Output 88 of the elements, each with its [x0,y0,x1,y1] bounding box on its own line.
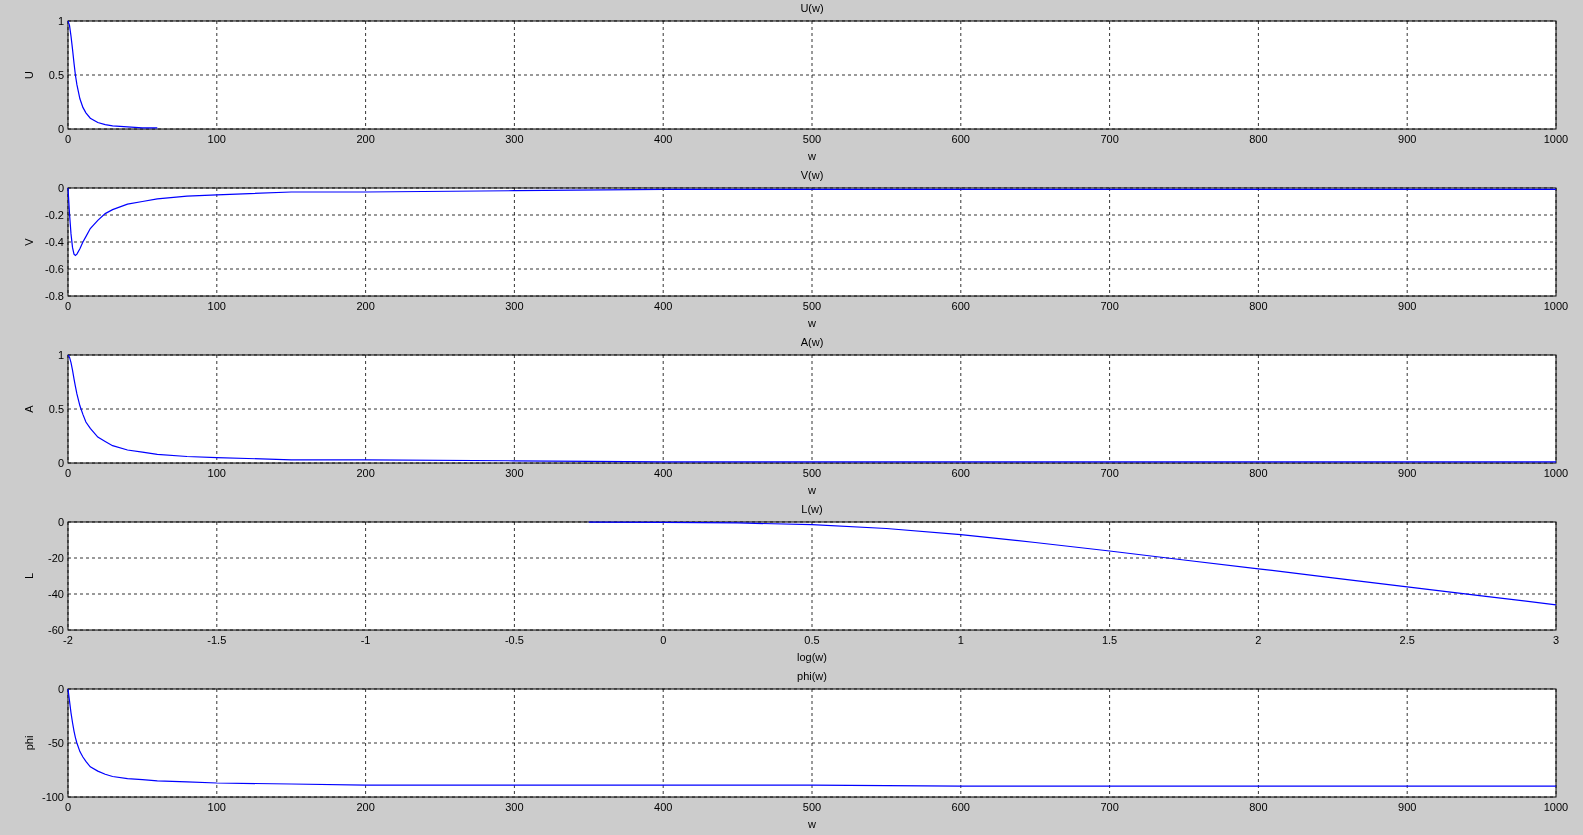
tick-label: 0 [64,133,72,145]
tick-label: 0 [64,801,72,813]
tick-label: 100 [207,133,226,145]
tick-label: 800 [1249,801,1268,813]
tick-label: 200 [356,133,375,145]
tick-label: 400 [654,801,673,813]
tick-label: 800 [1249,300,1268,312]
tick-label: 200 [356,467,375,479]
tick-label: 1 [57,349,64,361]
tick-label: 0 [57,683,64,695]
x-axis-label: log(w) [797,651,827,663]
y-axis-label: phi [23,735,35,751]
tick-label: 500 [802,133,822,145]
tick-label: -40 [48,588,64,600]
tick-label: 700 [1100,300,1119,312]
tick-label: -0.2 [45,209,64,221]
tick-label: -60 [48,624,64,636]
tick-label: 3 [1552,634,1560,646]
tick-label: 0 [64,300,72,312]
tick-label: 700 [1100,467,1119,479]
tick-label: 100 [207,467,226,479]
tick-label: 900 [1398,801,1417,813]
tick-label: -100 [41,791,64,803]
tick-label: 500 [802,801,822,813]
tick-label: 600 [951,300,970,312]
tick-label: 500 [802,467,822,479]
x-axis-label: w [808,484,816,496]
tick-label: 300 [505,133,524,145]
tick-label: 0 [57,457,64,469]
chart-title: U(w) [800,2,824,14]
tick-label: 900 [1398,300,1417,312]
chart-title: A(w) [800,336,824,348]
x-axis-label: w [808,317,816,329]
x-axis-label: w [808,150,816,162]
x-axis-label: w [808,818,816,830]
tick-label: -1 [360,634,371,646]
tick-label: 1000 [1543,801,1569,813]
tick-label: 800 [1249,467,1268,479]
tick-label: -50 [48,737,64,749]
tick-label: 400 [654,133,673,145]
tick-label: 1000 [1543,467,1569,479]
tick-label: -20 [48,552,64,564]
tick-label: 700 [1100,133,1119,145]
tick-label: -2 [63,634,73,646]
tick-label: -0.6 [45,263,64,275]
tick-label: 0 [660,634,667,646]
y-axis-label: A [23,405,35,413]
tick-label: 200 [356,801,375,813]
tick-label: 300 [505,467,524,479]
y-axis-label: L [23,572,35,580]
chart-title: L(w) [801,503,823,515]
tick-label: 0 [57,123,64,135]
chart-title: V(w) [800,169,824,181]
tick-label: 600 [951,801,970,813]
tick-label: -0.4 [45,236,64,248]
tick-label: 1000 [1543,300,1569,312]
tick-label: -0.8 [45,290,64,302]
tick-label: 0 [57,516,64,528]
tick-label: -1.5 [207,634,227,646]
tick-label: 2 [1255,634,1262,646]
tick-label: 1000 [1543,133,1569,145]
tick-label: -0.5 [504,634,524,646]
tick-label: 700 [1100,801,1119,813]
tick-label: 1 [957,634,964,646]
tick-label: 900 [1398,467,1417,479]
tick-label: 0.5 [48,403,64,415]
tick-label: 900 [1398,133,1417,145]
tick-label: 0 [57,182,64,194]
y-axis-label: V [23,238,35,246]
tick-label: 0.5 [804,634,820,646]
tick-label: 200 [356,300,375,312]
tick-label: 600 [951,133,970,145]
tick-label: 100 [207,801,226,813]
tick-label: 0 [64,467,72,479]
y-axis-label: U [23,71,35,79]
tick-label: 400 [654,300,673,312]
tick-label: 1.5 [1101,634,1118,646]
tick-label: 1 [57,15,64,27]
tick-label: 300 [505,801,524,813]
chart-title: phi(w) [797,670,827,682]
tick-label: 2.5 [1399,634,1415,646]
tick-label: 0.5 [48,69,64,81]
tick-label: 400 [654,467,673,479]
tick-label: 300 [505,300,524,312]
tick-label: 100 [207,300,226,312]
tick-label: 500 [802,300,822,312]
tick-label: 800 [1249,133,1268,145]
tick-label: 600 [951,467,970,479]
